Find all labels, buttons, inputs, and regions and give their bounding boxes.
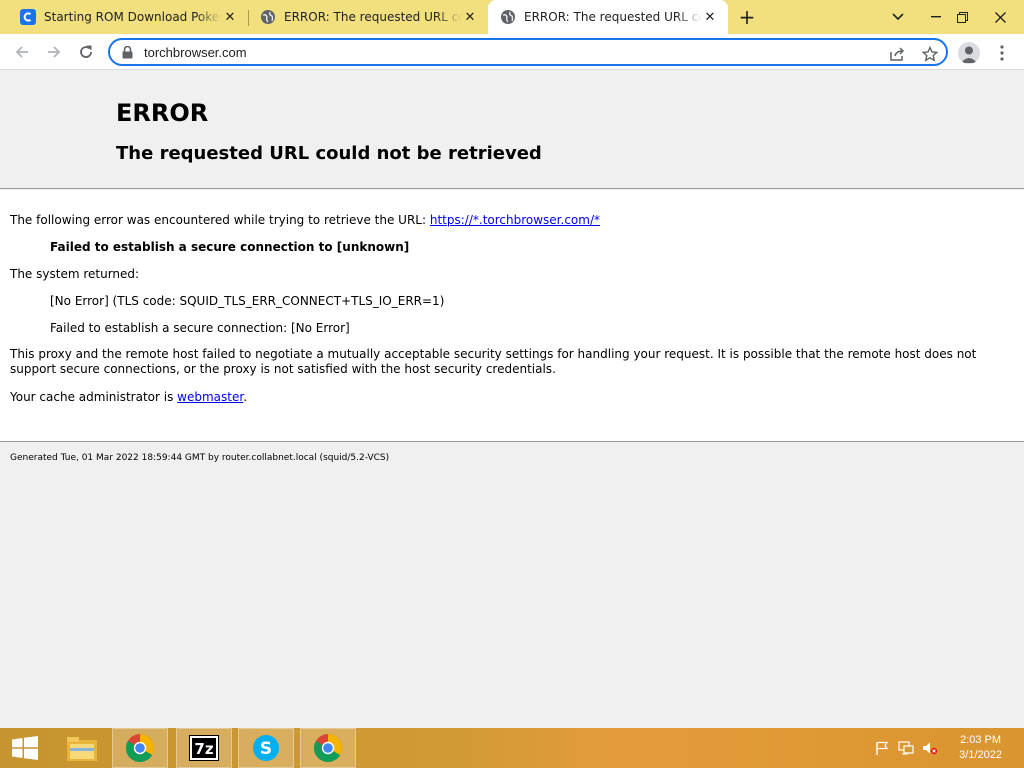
- tab-title: ERROR: The requested URL could: [524, 10, 702, 24]
- url-text[interactable]: torchbrowser.com: [144, 45, 247, 60]
- tab-search-icon[interactable]: [882, 0, 914, 34]
- bookmark-star-icon[interactable]: [920, 44, 940, 64]
- clock-date: 3/1/2022: [959, 749, 1002, 761]
- close-icon[interactable]: ✕: [222, 9, 238, 25]
- windows-taskbar: 7z S 2:03 PM 3/1/2022: [0, 728, 1024, 768]
- intro-line: The following error was encountered whil…: [10, 213, 600, 227]
- tab-starting-rom[interactable]: Starting ROM Download Pokemo ✕: [8, 0, 248, 34]
- start-windows-icon[interactable]: [0, 728, 50, 768]
- admin-prefix: Your cache administrator is: [10, 390, 174, 404]
- explanation-text: This proxy and the remote host failed to…: [10, 347, 977, 376]
- intro-text: The following error was encountered whil…: [10, 213, 427, 227]
- address-bar[interactable]: torchbrowser.com: [108, 38, 948, 66]
- error-body: The following error was encountered whil…: [0, 190, 1024, 442]
- close-icon[interactable]: ✕: [462, 9, 478, 25]
- globe-icon: [500, 9, 516, 25]
- tab-title: ERROR: The requested URL could: [284, 10, 462, 24]
- tab-strip: Starting ROM Download Pokemo ✕ ERROR: Th…: [0, 0, 1024, 34]
- generated-footer: Generated Tue, 01 Mar 2022 18:59:44 GMT …: [10, 453, 390, 463]
- chrome-taskbar-icon[interactable]: [112, 728, 168, 768]
- action-center-flag-icon[interactable]: [874, 740, 890, 756]
- back-icon[interactable]: [10, 40, 34, 64]
- network-icon[interactable]: [898, 740, 914, 756]
- chrome-taskbar-icon-2[interactable]: [300, 728, 356, 768]
- page-content: ERROR The requested URL could not be ret…: [0, 71, 1024, 728]
- svg-text:S: S: [260, 739, 272, 759]
- profile-avatar-icon[interactable]: [958, 42, 980, 64]
- svg-text:7z: 7z: [194, 740, 213, 758]
- new-tab-button[interactable]: +: [736, 5, 758, 29]
- share-icon[interactable]: [888, 44, 908, 64]
- error-header: ERROR The requested URL could not be ret…: [0, 71, 1024, 189]
- system-clock[interactable]: 2:03 PM 3/1/2022: [959, 733, 1002, 763]
- close-window-icon[interactable]: [984, 0, 1016, 34]
- lock-icon[interactable]: [120, 45, 134, 59]
- tab-error-2-active[interactable]: ERROR: The requested URL could ✕: [488, 0, 728, 34]
- error-message: Failed to establish a secure connection …: [50, 240, 410, 254]
- admin-line: Your cache administrator is webmaster.: [10, 390, 247, 404]
- clock-time: 2:03 PM: [960, 734, 1002, 746]
- reload-icon[interactable]: [74, 40, 98, 64]
- secure-connection-failure: Failed to establish a secure connection:…: [50, 321, 350, 335]
- webmaster-link[interactable]: webmaster: [177, 390, 243, 404]
- requested-url-link[interactable]: https://*.torchbrowser.com/*: [430, 213, 600, 227]
- 7zip-icon[interactable]: 7z: [176, 728, 232, 768]
- forward-icon[interactable]: [42, 40, 66, 64]
- page-title: ERROR: [116, 99, 209, 127]
- system-returned-label: The system returned:: [10, 267, 140, 281]
- close-icon[interactable]: ✕: [702, 9, 718, 25]
- restore-icon[interactable]: [946, 0, 978, 34]
- tls-code: [No Error] (TLS code: SQUID_TLS_ERR_CONN…: [50, 294, 445, 308]
- skype-icon[interactable]: S: [238, 728, 294, 768]
- more-menu-icon[interactable]: [994, 42, 1010, 64]
- admin-suffix: .: [243, 390, 248, 404]
- tab-title: Starting ROM Download Pokemo: [44, 10, 222, 24]
- browser-toolbar: torchbrowser.com: [0, 34, 1024, 70]
- page-subtitle: The requested URL could not be retrieved: [116, 143, 542, 164]
- file-explorer-icon[interactable]: [54, 728, 110, 768]
- globe-icon: [260, 9, 276, 25]
- tab-error-1[interactable]: ERROR: The requested URL could ✕: [248, 0, 488, 34]
- volume-muted-icon[interactable]: [922, 740, 938, 756]
- torch-icon: [20, 9, 36, 25]
